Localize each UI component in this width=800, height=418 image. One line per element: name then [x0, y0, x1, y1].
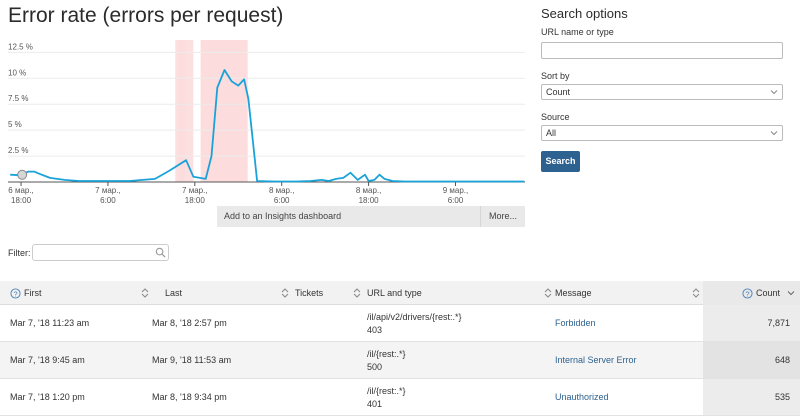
table-row[interactable]: Mar 7, '18 1:20 pm Mar 8, '18 9:34 pm /i… — [0, 379, 800, 416]
cell-url: /il/{rest:.*} — [367, 386, 406, 396]
x-tick-label: 18:00 — [11, 196, 32, 205]
x-tick-label: 8 мар., — [269, 186, 295, 195]
sort-icon[interactable] — [141, 288, 149, 298]
table-row[interactable]: Mar 7, '18 11:23 am Mar 8, '18 2:57 pm /… — [0, 305, 800, 342]
x-tick-label: 18:00 — [359, 196, 380, 205]
x-tick-label: 7 мар., — [182, 186, 208, 195]
cell-count: 648 — [703, 342, 800, 378]
x-tick-label: 6:00 — [100, 196, 116, 205]
cell-last: Mar 9, '18 11:53 am — [152, 355, 232, 365]
header-tickets[interactable]: Tickets — [290, 281, 361, 305]
more-button[interactable]: More... — [480, 206, 525, 227]
svg-text:?: ? — [745, 289, 749, 298]
header-first-label: First — [24, 288, 42, 298]
x-tick-label: 6 мар., — [8, 186, 34, 195]
header-tickets-label: Tickets — [295, 288, 324, 298]
source-value: All — [546, 127, 557, 138]
y-tick-label: 12.5 % — [8, 42, 33, 51]
filter-label: Filter: — [8, 248, 31, 258]
header-count-label: Count — [756, 288, 781, 298]
chevron-down-icon — [770, 89, 778, 94]
header-count[interactable]: ? Count — [703, 281, 800, 305]
table-row[interactable]: Mar 7, '18 9:45 am Mar 9, '18 11:53 am /… — [0, 342, 800, 379]
help-icon[interactable]: ? — [10, 288, 21, 299]
chart-toolbar: Add to an Insights dashboard More... — [217, 206, 525, 227]
x-tick-label: 6:00 — [448, 196, 464, 205]
cell-last: Mar 8, '18 2:57 pm — [152, 318, 227, 328]
x-tick-label: 7 мар., — [95, 186, 121, 195]
error-rate-line — [10, 69, 525, 183]
add-to-insights-button[interactable]: Add to an Insights dashboard — [217, 206, 480, 227]
x-tick-label: 6:00 — [274, 196, 290, 205]
svg-text:?: ? — [13, 289, 17, 298]
sort-desc-icon[interactable] — [787, 288, 795, 298]
url-name-input[interactable] — [541, 41, 783, 59]
cell-last: Mar 8, '18 9:34 pm — [152, 392, 227, 402]
sort-by-value: Count — [546, 86, 571, 97]
x-tick-label: 8 мар., — [356, 186, 382, 195]
cell-type: 401 — [367, 399, 383, 409]
search-options-title: Search options — [541, 6, 628, 21]
header-message[interactable]: Message — [545, 281, 703, 305]
errors-table: ? First Last Tickets URL and type Messag… — [0, 281, 800, 416]
error-rate-chart: 2.5 %5 %7.5 %10 %12.5 %6 мар.,18:007 мар… — [8, 40, 525, 205]
y-tick-label: 10 % — [8, 68, 26, 77]
cell-message-link[interactable]: Internal Server Error — [555, 355, 637, 365]
sort-icon[interactable] — [281, 288, 289, 298]
cell-first: Mar 7, '18 1:20 pm — [10, 392, 85, 402]
cell-url: /il/api/v2/drivers/{rest:.*} — [367, 312, 462, 322]
cell-message-link[interactable]: Unauthorized — [555, 392, 609, 402]
cell-count: 535 — [703, 379, 800, 415]
search-options-panel: Search options URL name or type Sort by … — [541, 6, 785, 172]
cell-first: Mar 7, '18 11:23 am — [10, 318, 90, 328]
filter-input[interactable] — [32, 244, 169, 261]
header-last-label: Last — [165, 288, 183, 298]
sort-icon[interactable] — [692, 288, 700, 298]
range-handle — [17, 169, 28, 180]
url-name-label: URL name or type — [541, 27, 614, 37]
search-icon[interactable] — [155, 247, 166, 258]
source-label: Source — [541, 111, 570, 122]
header-url[interactable]: URL and type — [355, 281, 552, 305]
chevron-down-icon — [770, 130, 778, 135]
sort-by-label: Sort by — [541, 70, 570, 81]
sort-by-select[interactable]: Count — [541, 83, 783, 100]
cell-type: 500 — [367, 362, 383, 372]
header-first[interactable]: ? First — [0, 281, 150, 305]
source-select[interactable]: All — [541, 124, 783, 141]
incident-highlight — [200, 40, 248, 182]
chart-title: Error rate (errors per request) — [8, 4, 284, 27]
x-tick-label: 9 мар., — [443, 186, 469, 195]
search-button[interactable]: Search — [541, 150, 580, 172]
cell-count: 7,871 — [703, 305, 800, 341]
header-message-label: Message — [555, 288, 592, 298]
header-url-label: URL and type — [367, 288, 422, 298]
cell-url: /il/{rest:.*} — [367, 349, 406, 359]
x-tick-label: 18:00 — [185, 196, 206, 205]
cell-type: 403 — [367, 325, 383, 335]
y-tick-label: 7.5 % — [8, 94, 28, 103]
cell-first: Mar 7, '18 9:45 am — [10, 355, 85, 365]
cell-message-link[interactable]: Forbidden — [555, 318, 596, 328]
header-last[interactable]: Last — [150, 281, 290, 305]
table-header: ? First Last Tickets URL and type Messag… — [0, 281, 800, 305]
help-icon[interactable]: ? — [742, 288, 753, 299]
y-tick-label: 5 % — [8, 120, 22, 129]
y-tick-label: 2.5 % — [8, 146, 28, 155]
